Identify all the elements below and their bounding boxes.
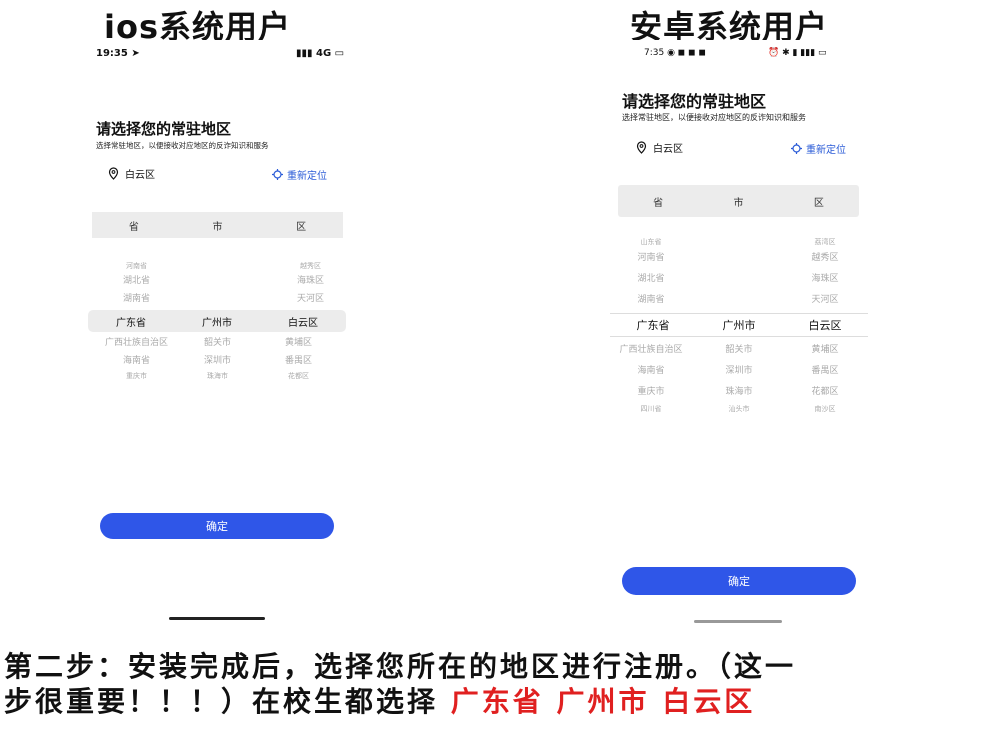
selected-district[interactable]: 白云区	[260, 314, 346, 329]
header-district: 区	[813, 197, 824, 209]
location-pin-icon	[108, 167, 119, 180]
ios-screen: 19:35 ➤ ▮▮▮ 4G ▭ 请选择您的常驻地区 选择常驻地区，以便接收对应…	[84, 40, 348, 630]
city-option[interactable]: 珠海市	[175, 370, 260, 382]
city-option[interactable]: 韶关市	[175, 334, 260, 352]
province-option[interactable]: 广西壮族自治区	[604, 340, 698, 361]
instruction-line-1: 第二步：安装完成后，选择您所在的地区进行注册。（这一	[4, 650, 797, 683]
instruction-highlight: 广东省 广州市 白云区	[450, 685, 756, 718]
page-title: 请选择您的常驻地区	[96, 120, 232, 138]
district-option[interactable]: 花都区	[256, 370, 341, 382]
selected-district[interactable]: 白云区	[782, 317, 868, 333]
province-option[interactable]: 湖南省	[610, 290, 692, 311]
current-location: 白云区	[108, 166, 155, 181]
district-option[interactable]: 越秀区	[268, 260, 348, 272]
picker-header: 省 市 区	[92, 212, 343, 238]
district-option[interactable]: 花都区	[784, 382, 866, 403]
province-option[interactable]: 河南省	[94, 260, 179, 272]
header-district: 区	[296, 221, 307, 233]
picker-header: 省 市 区	[618, 185, 859, 217]
location-label: 白云区	[125, 170, 155, 181]
district-column[interactable]: 越秀区 海珠区 天河区	[268, 260, 348, 308]
city-column-below[interactable]: 韶关市 深圳市 珠海市	[175, 334, 260, 382]
province-option[interactable]: 湖南省	[94, 290, 179, 308]
province-column[interactable]: 山东省 河南省 湖北省 湖南省	[610, 236, 692, 311]
confirm-button[interactable]: 确定	[622, 567, 856, 595]
district-option[interactable]: 黄埔区	[256, 334, 341, 352]
home-indicator[interactable]	[694, 620, 782, 623]
status-time: 19:35 ➤	[96, 48, 140, 59]
relocate-button[interactable]: 重新定位	[791, 141, 846, 156]
status-time: 7:35 ◉ ◼ ◼ ◼	[644, 48, 706, 58]
province-option[interactable]: 河南省	[610, 248, 692, 269]
header-city: 市	[733, 197, 744, 209]
instruction-line-2: 步很重要！！！）在校生都选择 广东省 广州市 白云区	[4, 680, 755, 720]
relocate-label: 重新定位	[287, 171, 327, 182]
province-option[interactable]: 湖北省	[94, 272, 179, 290]
district-option[interactable]: 海珠区	[784, 269, 866, 290]
province-option[interactable]: 四川省	[604, 403, 698, 415]
location-label: 白云区	[653, 144, 683, 155]
city-option[interactable]: 汕头市	[698, 403, 780, 415]
province-option[interactable]: 广西壮族自治区	[94, 334, 179, 352]
city-option[interactable]: 韶关市	[698, 340, 780, 361]
province-option[interactable]: 山东省	[610, 236, 692, 248]
city-option[interactable]: 珠海市	[698, 382, 780, 403]
district-option[interactable]: 南沙区	[784, 403, 866, 415]
page-subtitle: 选择常驻地区，以便接收对应地区的反诈知识和服务	[96, 141, 269, 150]
province-option[interactable]: 重庆市	[94, 370, 179, 382]
relocate-label: 重新定位	[806, 145, 846, 156]
district-option[interactable]: 天河区	[268, 290, 348, 308]
city-option[interactable]: 深圳市	[698, 361, 780, 382]
crosshair-icon	[791, 143, 802, 154]
province-column-below[interactable]: 广西壮族自治区 海南省 重庆市 四川省	[604, 340, 698, 415]
province-option[interactable]: 湖北省	[610, 269, 692, 290]
district-option[interactable]: 天河区	[784, 290, 866, 311]
location-pin-icon	[636, 141, 647, 154]
header-province: 省	[128, 221, 139, 233]
confirm-button[interactable]: 确定	[100, 513, 334, 539]
district-column[interactable]: 荔湾区 越秀区 海珠区 天河区	[784, 236, 866, 311]
selected-province[interactable]: 广东省	[610, 317, 696, 333]
province-option[interactable]: 海南省	[604, 361, 698, 382]
page-title: 请选择您的常驻地区	[622, 92, 767, 111]
relocate-button[interactable]: 重新定位	[272, 167, 327, 182]
province-column[interactable]: 河南省 湖北省 湖南省	[94, 260, 179, 308]
selected-city[interactable]: 广州市	[174, 314, 260, 329]
page-subtitle: 选择常驻地区，以便接收对应地区的反诈知识和服务	[622, 113, 806, 122]
district-option[interactable]: 番禺区	[256, 352, 341, 370]
district-option[interactable]: 荔湾区	[784, 236, 866, 248]
current-location: 白云区	[636, 140, 683, 155]
picker-selected-row[interactable]: 广东省 广州市 白云区	[88, 310, 346, 332]
android-screen: 7:35 ◉ ◼ ◼ ◼ ⏰ ✱ ▮ ▮▮▮ ▭ 请选择您的常驻地区 选择常驻地…	[604, 40, 870, 630]
crosshair-icon	[272, 169, 283, 180]
instruction-text: 步很重要！！！）在校生都选择	[4, 685, 439, 718]
status-network: ▮▮▮ 4G ▭	[296, 48, 345, 59]
district-column-below[interactable]: 黄埔区 番禺区 花都区 南沙区	[784, 340, 866, 415]
selected-province[interactable]: 广东省	[88, 314, 174, 329]
district-option[interactable]: 海珠区	[268, 272, 348, 290]
province-option[interactable]: 海南省	[94, 352, 179, 370]
picker-selected-row[interactable]: 广东省 广州市 白云区	[610, 313, 868, 337]
city-column-below[interactable]: 韶关市 深圳市 珠海市 汕头市	[698, 340, 780, 415]
status-icons: ⏰ ✱ ▮ ▮▮▮ ▭	[768, 48, 827, 58]
selected-city[interactable]: 广州市	[696, 317, 782, 333]
city-option[interactable]: 深圳市	[175, 352, 260, 370]
district-column-below[interactable]: 黄埔区 番禺区 花都区	[256, 334, 341, 382]
district-option[interactable]: 黄埔区	[784, 340, 866, 361]
district-option[interactable]: 番禺区	[784, 361, 866, 382]
home-indicator[interactable]	[169, 617, 265, 620]
district-option[interactable]: 越秀区	[784, 248, 866, 269]
header-city: 市	[212, 221, 223, 233]
province-option[interactable]: 重庆市	[604, 382, 698, 403]
header-province: 省	[653, 197, 664, 209]
province-column-below[interactable]: 广西壮族自治区 海南省 重庆市	[94, 334, 179, 382]
